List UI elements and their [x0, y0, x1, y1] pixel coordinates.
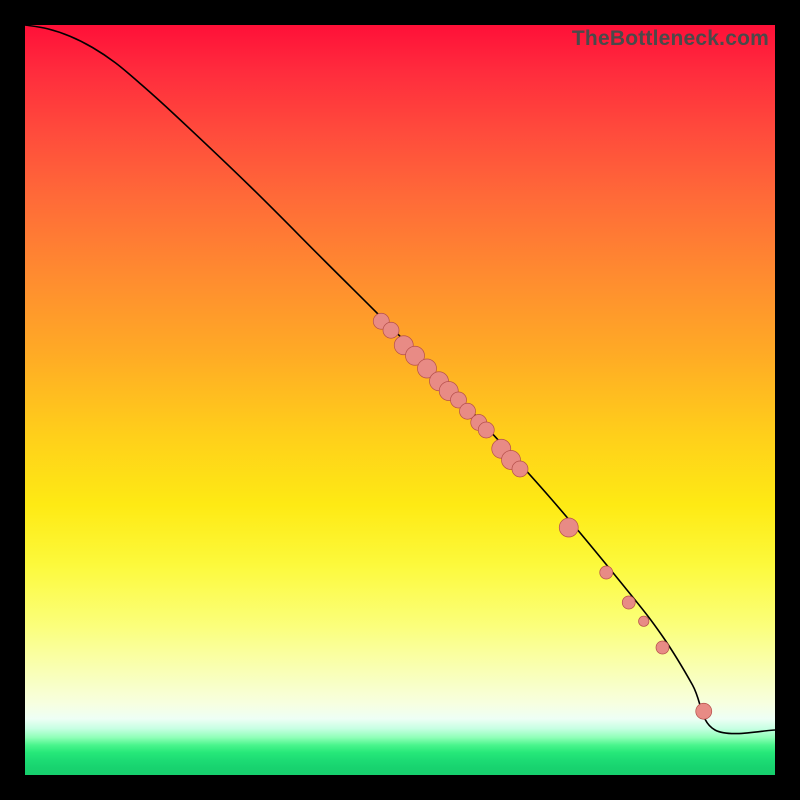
data-point	[600, 566, 613, 579]
data-point	[656, 641, 669, 654]
main-curve	[25, 25, 775, 734]
data-point	[622, 596, 635, 609]
chart-frame: TheBottleneck.com	[0, 0, 800, 800]
scatter-points	[373, 313, 712, 719]
chart-svg	[25, 25, 775, 775]
data-point	[478, 422, 494, 438]
data-point	[559, 518, 578, 537]
data-point	[512, 461, 528, 477]
plot-area: TheBottleneck.com	[25, 25, 775, 775]
data-point	[639, 616, 649, 626]
data-point	[383, 322, 399, 338]
data-point	[696, 703, 712, 719]
